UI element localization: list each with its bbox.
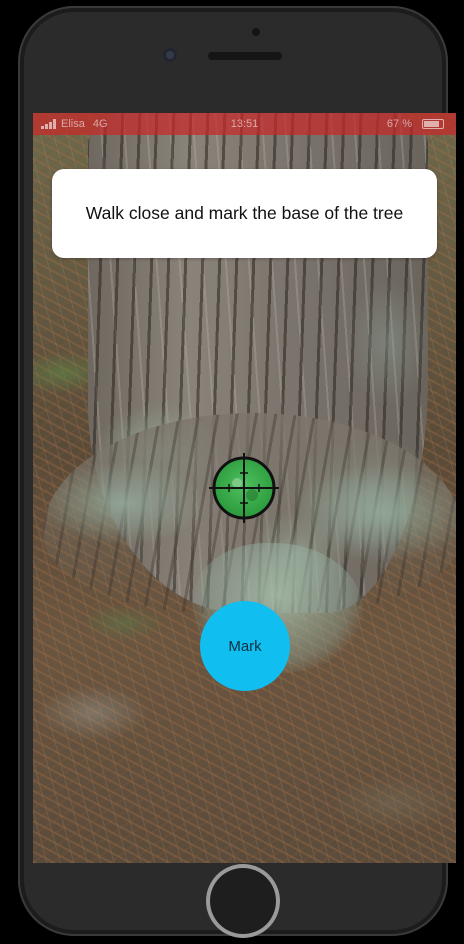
front-camera — [163, 48, 177, 62]
battery-icon — [422, 119, 444, 129]
status-bar: Elisa 4G 13:51 67 % — [33, 113, 456, 135]
instruction-card: Walk close and mark the base of the tree — [52, 169, 437, 258]
mark-button[interactable]: Mark — [200, 601, 290, 691]
earpiece-speaker — [208, 52, 282, 60]
battery-percent: 67 % — [386, 118, 412, 130]
proximity-sensor — [252, 28, 260, 36]
camera-view: Elisa 4G 13:51 67 % Walk close and mark … — [33, 113, 456, 863]
home-button[interactable] — [206, 864, 280, 938]
instruction-text: Walk close and mark the base of the tree — [85, 203, 404, 223]
crosshair-icon — [209, 453, 279, 523]
